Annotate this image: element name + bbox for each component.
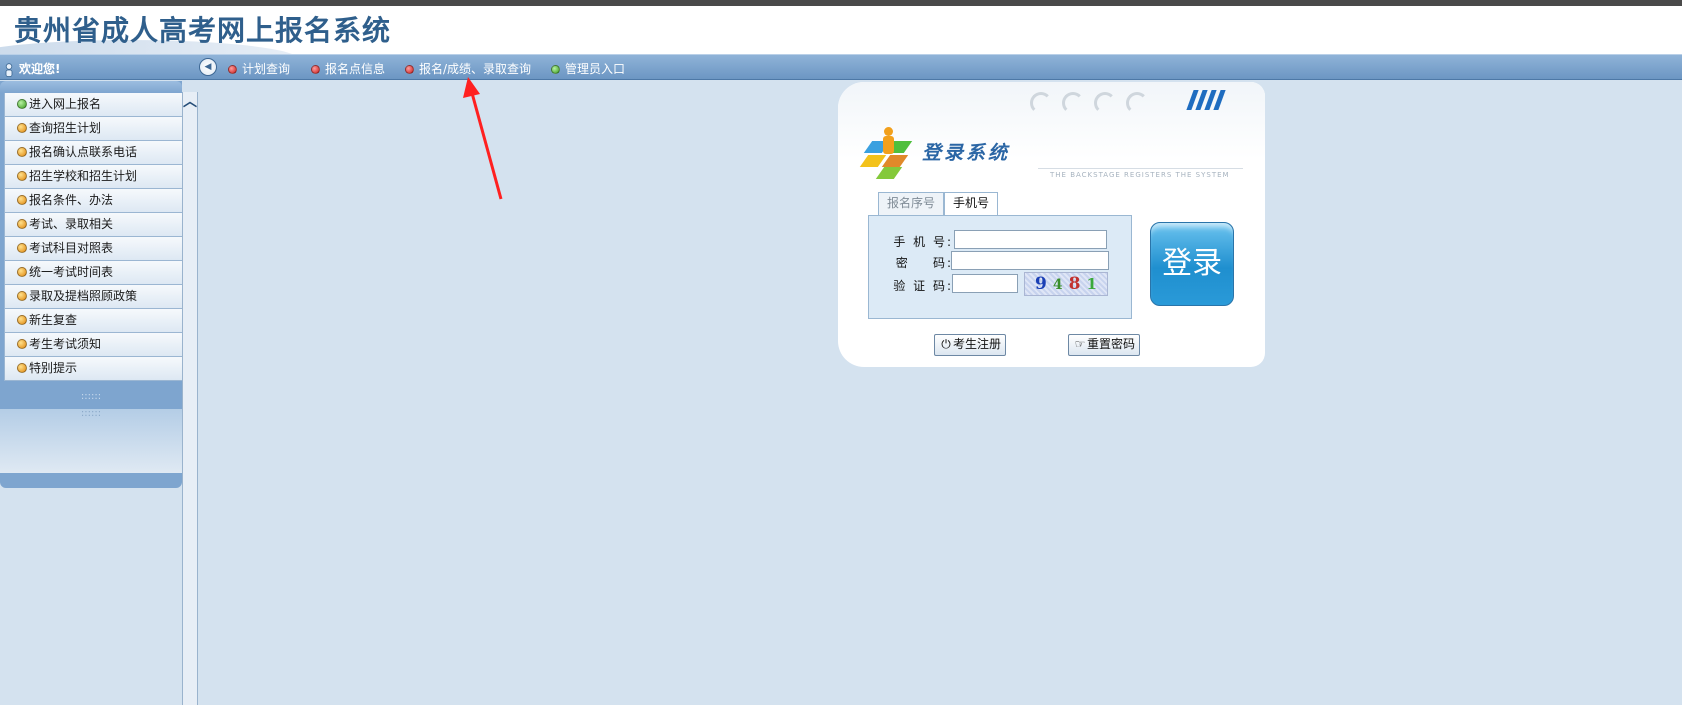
sidebar-item-admission-policy[interactable]: 录取及提档照顾政策 (4, 285, 182, 309)
sidebar-item-exam-notice[interactable]: 考生考试须知 (4, 333, 182, 357)
orange-dot-icon (17, 171, 27, 181)
phone-input[interactable] (954, 230, 1107, 249)
sidebar-item-subject-table[interactable]: 考试科目对照表 (4, 237, 182, 261)
phone-label: 手 机 号: (893, 235, 953, 249)
pointing-hand-icon: ☞ (1074, 337, 1086, 351)
captcha-char: 4 (1052, 277, 1069, 293)
top-nav: 欢迎您! ◀ 计划查询 报名点信息 报名/成绩、录取查询 管理员入口 (0, 54, 1682, 80)
annotation-arrow-shaft (470, 92, 503, 200)
nav-label: 计划查询 (242, 62, 291, 76)
login-panel-header: 登录系统 THE BACKSTAGE REGISTERS THE SYSTEM (838, 82, 1265, 192)
sidebar-bottom-grip[interactable]: :::::: (0, 409, 182, 421)
sidebar-item-online-registration[interactable]: 进入网上报名 (4, 93, 182, 117)
logo-person-body (883, 136, 894, 154)
orange-dot-icon (17, 267, 27, 277)
annotation-arrow-head (463, 77, 480, 98)
header-banner: 贵州省成人高考网上报名系统 (0, 6, 1682, 54)
sidebar-item-schools-plans[interactable]: 招生学校和招生计划 (4, 165, 182, 189)
orange-dot-icon (17, 363, 27, 373)
tab-registration-number[interactable]: 报名序号 (878, 192, 945, 215)
power-icon: ⏻ (941, 337, 951, 351)
login-panel: 登录系统 THE BACKSTAGE REGISTERS THE SYSTEM … (838, 82, 1265, 367)
sidebar-resize-grip[interactable]: :::::: (0, 392, 182, 404)
page-title: 贵州省成人高考网上报名系统 (14, 14, 392, 47)
sidebar-item-label: 录取及提档照顾政策 (29, 289, 138, 303)
login-title: 登录系统 (922, 142, 1011, 164)
captcha-char: 1 (1086, 275, 1103, 293)
sidebar-item-label: 招生学校和招生计划 (29, 169, 138, 183)
nav-label: 管理员入口 (565, 62, 626, 76)
captcha-image[interactable]: 9481 (1024, 272, 1108, 296)
sidebar-item-label: 新生复查 (29, 313, 78, 327)
tab-phone-number[interactable]: 手机号 (944, 192, 999, 216)
captcha-label: 验 证 码: (893, 279, 953, 293)
sidebar-item-exam-admission[interactable]: 考试、录取相关 (4, 213, 182, 237)
login-form: 手 机 号: 密 码: 验 证 码: 9481 (868, 215, 1132, 319)
register-button[interactable]: ⏻ 考生注册 (934, 334, 1007, 356)
nav-plan-query[interactable]: 计划查询 (228, 60, 290, 77)
nav-enrollment-points[interactable]: 报名点信息 (311, 60, 385, 77)
collapse-sidebar-button[interactable]: ◀ (199, 58, 217, 76)
captcha-char: 9 (1035, 274, 1053, 294)
orange-dot-icon (17, 315, 27, 325)
login-logo-icon (859, 127, 916, 179)
captcha-input[interactable] (952, 274, 1018, 293)
sidebar-item-label: 进入网上报名 (29, 97, 102, 111)
captcha-char: 8 (1068, 274, 1087, 294)
nav-label: 报名点信息 (325, 62, 386, 76)
reset-password-button[interactable]: ☞ 重置密码 (1068, 334, 1141, 356)
sidebar-item-freshman-review[interactable]: 新生复查 (4, 309, 182, 333)
nav-admin-entrance[interactable]: 管理员入口 (551, 60, 625, 77)
orange-dot-icon (17, 123, 27, 133)
logo-person-head (884, 127, 893, 136)
sidebar-item-label: 统一考试时间表 (29, 265, 114, 279)
sidebar-menu: 进入网上报名 查询招生计划 报名确认点联系电话 招生学校和招生计划 报名条件、办… (4, 93, 182, 381)
password-label: 密 码: (895, 256, 953, 270)
sidebar-item-conditions[interactable]: 报名条件、办法 (4, 189, 182, 213)
login-button[interactable]: 登录 (1150, 222, 1234, 306)
sidebar-item-label: 考试、录取相关 (29, 217, 114, 231)
decorative-rings (1030, 92, 1180, 116)
register-label: 考生注册 (953, 337, 1002, 351)
nav-label: 报名/成绩、录取查询 (419, 62, 532, 76)
red-dot-icon (311, 65, 320, 74)
sidebar-item-exam-schedule[interactable]: 统一考试时间表 (4, 261, 182, 285)
password-input[interactable] (951, 251, 1109, 270)
welcome-label: 欢迎您! (4, 60, 60, 77)
orange-dot-icon (17, 147, 27, 157)
orange-dot-icon (17, 219, 27, 229)
red-dot-icon (228, 65, 237, 74)
sidebar-top (0, 81, 182, 93)
header-divider (1038, 168, 1243, 169)
sidebar-item-label: 考试科目对照表 (29, 241, 114, 255)
sidebar-scrollbar[interactable]: ︿ (182, 92, 198, 705)
decorative-stripes (1186, 90, 1240, 112)
sidebar-item-label: 考生考试须知 (29, 337, 102, 351)
green-dot-icon (551, 65, 560, 74)
orange-dot-icon (17, 339, 27, 349)
welcome-text: 欢迎您! (19, 62, 61, 76)
reset-label: 重置密码 (1087, 337, 1136, 351)
sidebar-bottom-panel: :::::: (0, 409, 182, 473)
sidebar-item-confirm-phone[interactable]: 报名确认点联系电话 (4, 141, 182, 165)
orange-dot-icon (17, 195, 27, 205)
chevron-up-icon[interactable]: ︿ (183, 92, 197, 112)
sidebar-item-label: 特别提示 (29, 361, 78, 375)
orange-dot-icon (17, 291, 27, 301)
orange-dot-icon (17, 243, 27, 253)
red-dot-icon (405, 65, 414, 74)
login-tagline: THE BACKSTAGE REGISTERS THE SYSTEM (1050, 171, 1230, 179)
sidebar-item-special-notice[interactable]: 特别提示 (4, 357, 182, 381)
nav-score-admission-query[interactable]: 报名/成绩、录取查询 (405, 60, 531, 77)
sidebar-item-query-plan[interactable]: 查询招生计划 (4, 117, 182, 141)
green-dot-icon (17, 99, 27, 109)
sidebar-item-label: 报名确认点联系电话 (29, 145, 138, 159)
sidebar-item-label: 查询招生计划 (29, 121, 102, 135)
user-icon (5, 62, 13, 77)
sidebar-item-label: 报名条件、办法 (29, 193, 114, 207)
